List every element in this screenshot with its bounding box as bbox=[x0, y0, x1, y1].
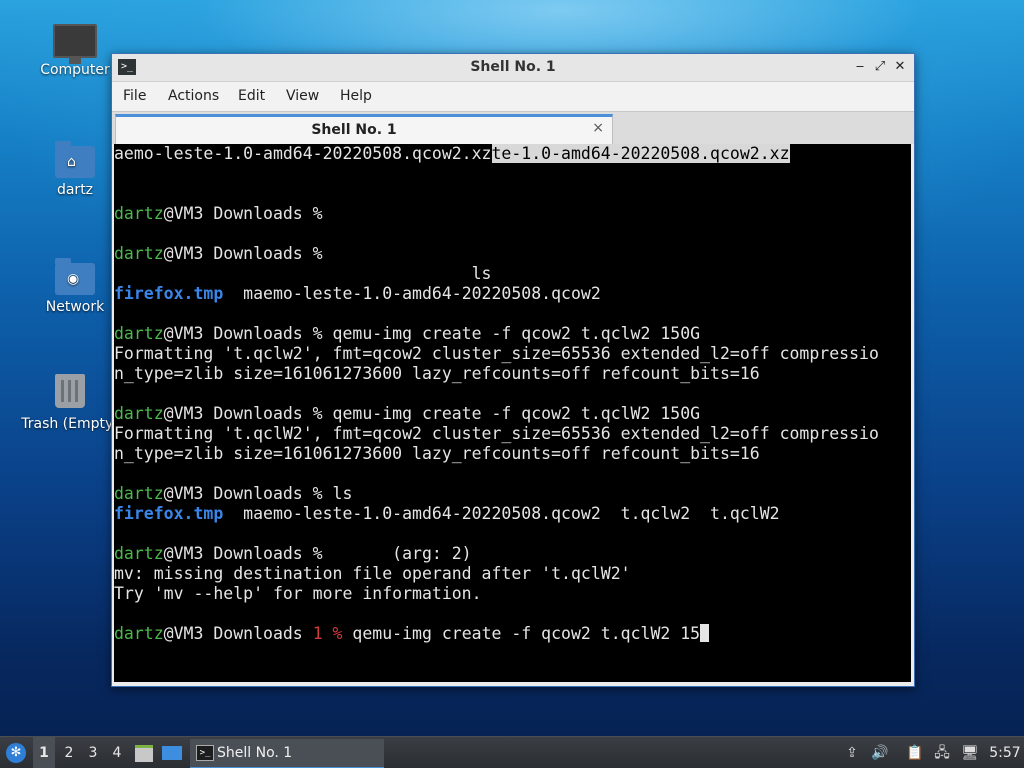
minimize-button[interactable]: ‒ bbox=[852, 59, 868, 75]
terminal-text: @VM3 Downloads bbox=[163, 624, 313, 643]
start-menu-button[interactable]: ✻ bbox=[0, 737, 32, 768]
terminal-text: @VM3 Downloads % qemu-img create -f qcow… bbox=[163, 404, 701, 423]
terminal-line: aemo-leste-1.0-amd64-20220508.qcow2.xzte… bbox=[114, 144, 790, 164]
clipboard-icon[interactable]: 📋 bbox=[906, 744, 924, 762]
network-status-icon[interactable]: 🖧 bbox=[933, 744, 951, 762]
text-cursor bbox=[700, 624, 710, 642]
desktop-icon-network[interactable]: ◉ Network bbox=[25, 258, 125, 315]
desktop-icon-label: Trash (Empty) bbox=[21, 416, 119, 432]
workspace-2[interactable]: 2 bbox=[58, 737, 80, 768]
window-title: Shell No. 1 bbox=[470, 59, 556, 75]
network-folder-icon: ◉ bbox=[55, 258, 95, 295]
desktop-icon bbox=[162, 746, 182, 760]
prompt-user: dartz bbox=[114, 624, 164, 643]
terminal-line: Formatting 't.qclW2', fmt=qcow2 cluster_… bbox=[114, 424, 879, 444]
terminal-text: @VM3 Downloads % bbox=[163, 204, 323, 223]
terminal-line: Try 'mv --help' for more information. bbox=[114, 584, 482, 604]
terminal-text: n_type=zlib size=161061273600 lazy_refco… bbox=[114, 444, 760, 463]
terminal-line: mv: missing destination file operand aft… bbox=[114, 564, 631, 584]
menu-view[interactable]: View bbox=[282, 82, 323, 111]
prompt-user: dartz bbox=[114, 324, 164, 343]
desktop-icon-trash[interactable]: Trash (Empty) bbox=[20, 374, 120, 432]
file-name-highlighted: firefox.tmp bbox=[114, 504, 224, 523]
workspace-4[interactable]: 4 bbox=[106, 737, 128, 768]
terminal-line: dartz@VM3 Downloads % (arg: 2) bbox=[114, 544, 472, 564]
terminal-text: maemo-leste-1.0-amd64-20220508.qcow2 bbox=[223, 284, 601, 303]
computer-icon bbox=[53, 24, 97, 64]
terminal-line: dartz@VM3 Downloads 1 % qemu-img create … bbox=[114, 624, 710, 644]
close-button[interactable]: ✕ bbox=[892, 59, 908, 75]
desktop-icon-computer[interactable]: Computer bbox=[25, 24, 125, 78]
prompt-user: dartz bbox=[114, 484, 164, 503]
tab-shell-1[interactable]: Shell No. 1 × bbox=[115, 114, 613, 146]
terminal-text: qemu-img create -f qcow2 t.qclW2 15 bbox=[342, 624, 701, 643]
taskbar-task-shell[interactable]: >_ Shell No. 1 bbox=[190, 739, 384, 768]
prompt-user: dartz bbox=[114, 544, 164, 563]
taskbar-task-label: Shell No. 1 bbox=[217, 745, 293, 761]
terminal-text: @VM3 Downloads % bbox=[163, 244, 323, 263]
terminal-text: mv: missing destination file operand aft… bbox=[114, 564, 631, 583]
terminal-line: ls bbox=[114, 264, 492, 284]
terminal-text: ls bbox=[114, 264, 492, 283]
terminal-task-icon: >_ bbox=[196, 745, 214, 761]
desktop-icon-home[interactable]: ⌂ dartz bbox=[25, 141, 125, 198]
terminal-text: Formatting 't.qclW2', fmt=qcow2 cluster_… bbox=[114, 424, 879, 443]
terminal-line: dartz@VM3 Downloads % qemu-img create -f… bbox=[114, 404, 700, 424]
desktop-icon-label: dartz bbox=[56, 182, 94, 198]
volume-icon[interactable]: 🔊 bbox=[871, 744, 889, 762]
clock[interactable]: 5:57 bbox=[986, 737, 1024, 768]
desktop-icon-label: Network bbox=[45, 299, 105, 315]
trash-icon bbox=[55, 374, 85, 408]
window-titlebar[interactable]: >_ Shell No. 1 ‒ ⤢ ✕ bbox=[112, 54, 914, 82]
desktop-icon-label: Computer bbox=[40, 62, 110, 78]
selected-text: te-1.0-amd64-20220508.qcow2.xz bbox=[491, 144, 790, 163]
terminal-line: dartz@VM3 Downloads % qemu-img create -f… bbox=[114, 324, 700, 344]
menu-actions[interactable]: Actions bbox=[164, 82, 223, 111]
terminal-line: firefox.tmp maemo-leste-1.0-amd64-202205… bbox=[114, 504, 780, 524]
terminal-line: Formatting 't.qclw2', fmt=qcow2 cluster_… bbox=[114, 344, 879, 364]
update-notifier-icon[interactable]: ⇪ bbox=[843, 744, 861, 762]
file-manager-launcher[interactable] bbox=[133, 737, 155, 768]
terminal-line: n_type=zlib size=161061273600 lazy_refco… bbox=[114, 444, 760, 464]
terminal-text: @VM3 Downloads % (arg: 2) bbox=[163, 544, 472, 563]
terminal-text: maemo-leste-1.0-amd64-20220508.qcow2 t.q… bbox=[223, 504, 780, 523]
menu-bar: File Actions Edit View Help bbox=[112, 82, 914, 111]
terminal-text: Formatting 't.qclw2', fmt=qcow2 cluster_… bbox=[114, 344, 879, 363]
file-manager-icon bbox=[135, 744, 153, 762]
terminal-text: @VM3 Downloads % qemu-img create -f qcow… bbox=[163, 324, 701, 343]
taskbar: ✻ 1 2 3 4 >_ Shell No. 1 ⇪ 🔊 📋 🖧 🖥 5:57 bbox=[0, 736, 1024, 768]
prompt-user: dartz bbox=[114, 204, 164, 223]
maximize-button[interactable]: ⤢ bbox=[872, 59, 888, 75]
terminal-line: n_type=zlib size=161061273600 lazy_refco… bbox=[114, 364, 760, 384]
menu-file[interactable]: File bbox=[119, 82, 150, 111]
terminal-output[interactable]: aemo-leste-1.0-amd64-20220508.qcow2.xzte… bbox=[114, 144, 911, 682]
prompt-user: dartz bbox=[114, 244, 164, 263]
terminal-line: firefox.tmp maemo-leste-1.0-amd64-202205… bbox=[114, 284, 601, 304]
terminal-text: n_type=zlib size=161061273600 lazy_refco… bbox=[114, 364, 760, 383]
terminal-line: dartz@VM3 Downloads % ls bbox=[114, 484, 352, 504]
desktop: Computer ⌂ dartz ◉ Network Trash (Empty)… bbox=[0, 0, 1024, 768]
terminal-text: @VM3 Downloads % ls bbox=[163, 484, 353, 503]
workspace-3[interactable]: 3 bbox=[82, 737, 104, 768]
home-folder-icon: ⌂ bbox=[55, 141, 95, 178]
menu-help[interactable]: Help bbox=[336, 82, 376, 111]
tab-close-icon[interactable]: × bbox=[592, 120, 604, 136]
prompt-user: dartz bbox=[114, 404, 164, 423]
terminal-window: >_ Shell No. 1 ‒ ⤢ ✕ File Actions Edit V… bbox=[111, 53, 915, 687]
notifications-icon[interactable]: 🖥 bbox=[961, 744, 979, 762]
start-menu-icon: ✻ bbox=[6, 743, 26, 763]
show-desktop-button[interactable] bbox=[160, 737, 184, 768]
tab-label: Shell No. 1 bbox=[311, 122, 397, 138]
terminal-text: aemo-leste-1.0-amd64-20220508.qcow2.xz bbox=[114, 144, 492, 163]
terminal-line: dartz@VM3 Downloads % bbox=[114, 244, 323, 264]
tab-bar: Shell No. 1 × bbox=[112, 111, 914, 146]
terminal-line: dartz@VM3 Downloads % bbox=[114, 204, 323, 224]
terminal-text: Try 'mv --help' for more information. bbox=[114, 584, 482, 603]
workspace-1[interactable]: 1 bbox=[33, 737, 55, 768]
menu-edit[interactable]: Edit bbox=[234, 82, 269, 111]
file-name-highlighted: firefox.tmp bbox=[114, 284, 224, 303]
prompt-exit-status: 1 % bbox=[312, 624, 343, 643]
